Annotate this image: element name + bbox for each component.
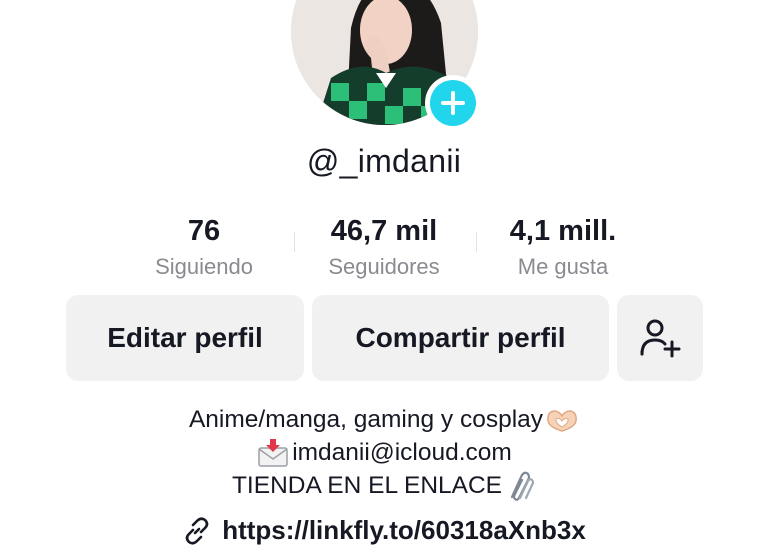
- add-friends-button[interactable]: [617, 295, 703, 381]
- stat-likes-label: Me gusta: [517, 254, 609, 279]
- edit-profile-button[interactable]: Editar perfil: [66, 295, 304, 381]
- profile-link-url[interactable]: https://linkfly.to/60318aXnb3x: [222, 515, 586, 546]
- username: @_imdanii: [306, 143, 462, 179]
- profile-bio: Anime/manga, gaming y cosplay imdanii@ic…: [0, 403, 768, 502]
- stat-following-value: 76: [187, 215, 221, 247]
- heart-hands-emoji: [547, 409, 577, 432]
- person-add-icon: [640, 319, 681, 358]
- share-profile-button[interactable]: Compartir perfil: [312, 295, 609, 381]
- bio-line: imdanii@icloud.com: [0, 436, 768, 469]
- profile-page: @_imdanii 76 Siguiendo 46,7 mil Seguidor…: [0, 0, 768, 550]
- stat-followers[interactable]: 46,7 mil Seguidores: [299, 212, 469, 280]
- stat-divider: [294, 232, 295, 252]
- bio-email: imdanii@icloud.com: [292, 439, 512, 466]
- bio-text: TIENDA EN EL ENLACE: [231, 472, 503, 499]
- incoming-envelope-emoji: [258, 438, 288, 467]
- link-chain-icon: [185, 516, 209, 545]
- bio-text: Anime/manga, gaming y cosplay: [188, 406, 544, 433]
- stat-likes[interactable]: 4,1 mill. Me gusta: [478, 212, 648, 280]
- stat-divider: [476, 232, 477, 252]
- profile-link[interactable]: https://linkfly.to/60318aXnb3x: [0, 515, 768, 546]
- paperclips-emoji: [510, 471, 535, 501]
- profile-stats: 76 Siguiendo 46,7 mil Seguidores 4,1 mil…: [0, 212, 768, 282]
- avatar-add-button[interactable]: [425, 75, 481, 131]
- stat-followers-value: 46,7 mil: [330, 215, 438, 247]
- plus-icon: [430, 80, 476, 126]
- bio-line: TIENDA EN EL ENLACE: [0, 469, 768, 502]
- stat-following[interactable]: 76 Siguiendo: [119, 212, 289, 280]
- bio-line: Anime/manga, gaming y cosplay: [0, 403, 768, 436]
- stat-following-label: Siguiendo: [155, 254, 253, 279]
- stat-likes-value: 4,1 mill.: [509, 215, 617, 247]
- stat-followers-label: Seguidores: [328, 254, 440, 279]
